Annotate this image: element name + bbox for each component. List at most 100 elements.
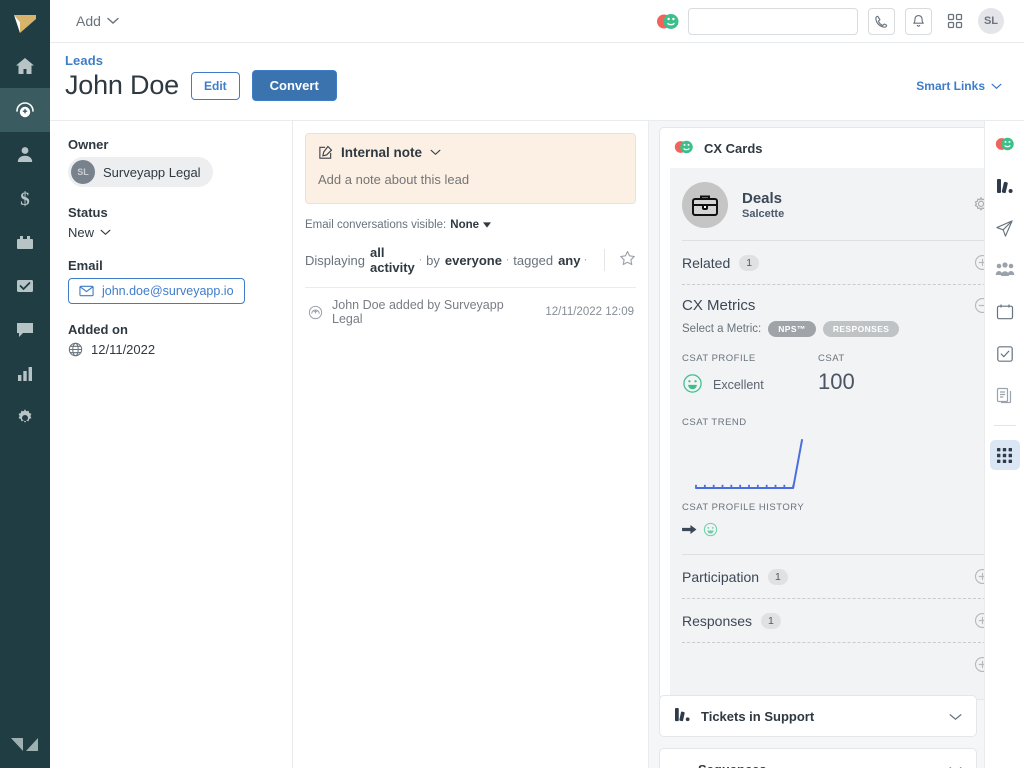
apps-grid-button[interactable] [942, 8, 968, 34]
bell-icon [911, 14, 926, 29]
cx-logo-icon [674, 139, 694, 158]
note-type-label: Internal note [341, 145, 422, 160]
email-value-box[interactable]: john.doe@surveyapp.io [68, 278, 245, 304]
status-field: Status New [68, 205, 274, 240]
cx-cards-panel: CX Cards [659, 127, 1014, 700]
sidebar-item-home[interactable] [0, 44, 50, 88]
user-avatar[interactable]: SL [978, 8, 1004, 34]
cx-row-label: Participation [682, 569, 759, 585]
tickets-in-support-header[interactable]: Tickets in Support [660, 696, 976, 736]
divider [994, 425, 1016, 426]
right-icon-rail [984, 121, 1024, 768]
paper-plane-icon [995, 219, 1014, 238]
top-bar: Add [50, 0, 1024, 43]
sidebar-item-deals[interactable]: $ [0, 176, 50, 220]
rail-item-people[interactable] [990, 255, 1020, 285]
sidebar-item-products[interactable] [0, 220, 50, 264]
sidebar-item-tasks[interactable] [0, 264, 50, 308]
trend-tick [792, 485, 794, 488]
cx-row-related[interactable]: Related 1 [670, 241, 1003, 284]
phone-button[interactable] [868, 8, 895, 35]
cx-row-count: 1 [739, 255, 759, 271]
rail-item-apps[interactable] [990, 440, 1020, 470]
cx-row-label: Related [682, 255, 730, 271]
sidebar-item-reports[interactable] [0, 352, 50, 396]
convert-button[interactable]: Convert [252, 70, 337, 101]
chevron-down-icon[interactable] [949, 762, 962, 768]
owner-value[interactable]: SL Surveyapp Legal [68, 157, 213, 187]
search-input[interactable] [697, 14, 852, 28]
apps-grid-icon [996, 447, 1013, 464]
filter-by-user[interactable]: everyone [445, 253, 502, 268]
email-conversations-value[interactable]: None [450, 219, 479, 231]
caret-down-icon [420, 257, 421, 263]
sell-logo-icon[interactable] [0, 6, 50, 44]
cx-metrics-title: CX Metrics [682, 297, 755, 314]
csat-profile-caption: CSAT PROFILE [682, 353, 818, 364]
smart-links-button[interactable]: Smart Links [916, 79, 1002, 93]
svg-text:$: $ [20, 189, 30, 208]
edit-button[interactable]: Edit [191, 72, 240, 100]
chevron-down-icon [100, 229, 111, 236]
metric-chip-responses[interactable]: RESPONSES [823, 321, 900, 337]
cx-cards-header[interactable]: CX Cards [660, 128, 1013, 168]
trend-line [696, 440, 802, 488]
add-button[interactable]: Add [70, 9, 125, 33]
note-type-selector[interactable]: Internal note [318, 145, 623, 160]
tagged-label: tagged [513, 253, 553, 268]
cx-row-responses[interactable]: Responses 1 [670, 599, 1003, 642]
csat-profile-history-caption: CSAT PROFILE HISTORY [682, 502, 991, 513]
displaying-label: Displaying [305, 253, 365, 268]
rail-item-tickets[interactable] [990, 171, 1020, 201]
note-input[interactable] [318, 172, 623, 187]
sidebar-item-settings[interactable] [0, 396, 50, 440]
note-composer: Internal note [305, 133, 636, 204]
cx-metrics-section: CX Metrics Select a Metric: NPS™ RESPONS… [670, 285, 1003, 554]
csat-score: 100 [818, 369, 855, 395]
rail-item-tasks[interactable] [990, 339, 1020, 369]
filter-activity-type[interactable]: all activity [370, 245, 415, 275]
sidebar-item-contacts[interactable] [0, 132, 50, 176]
favorite-star-icon[interactable] [619, 250, 636, 270]
top-bar-actions: SL [656, 8, 1024, 35]
cx-row-hidden[interactable] [670, 643, 1003, 699]
chevron-down-icon[interactable] [949, 709, 962, 724]
status-value[interactable]: New [68, 225, 274, 240]
csat-score-block: CSAT 100 [818, 353, 855, 397]
cx-row-participation[interactable]: Participation 1 [670, 555, 1003, 598]
metric-chip-nps[interactable]: NPS™ [768, 321, 816, 337]
rail-item-documents[interactable] [990, 381, 1020, 411]
caret-down-icon [507, 257, 508, 263]
caret-down-icon [483, 222, 491, 228]
lead-icon [307, 304, 324, 321]
cx-cards-column: CX Cards [649, 121, 1024, 768]
cx-logo-icon[interactable] [656, 12, 678, 30]
activity-panel: Internal note Email conversations visibl… [293, 121, 649, 768]
trend-tick [722, 485, 724, 488]
tickets-in-support-title: Tickets in Support [701, 709, 939, 724]
briefcase-icon [682, 182, 728, 228]
notifications-button[interactable] [905, 8, 932, 35]
filter-tagged[interactable]: any [558, 253, 580, 268]
zendesk-logo-icon [0, 736, 50, 752]
by-label: by [426, 253, 440, 268]
rail-item-sequences[interactable] [990, 213, 1020, 243]
deal-header: Deals Salcette [670, 168, 1003, 240]
csat-profile-block: CSAT PROFILE [682, 353, 818, 397]
documents-icon [996, 387, 1014, 405]
trend-tick [766, 485, 768, 488]
sequences-header[interactable]: Sequences [660, 749, 976, 768]
list-item[interactable]: John Doe added by Surveyapp Legal 12/11/… [305, 288, 636, 336]
breadcrumb[interactable]: Leads [65, 53, 1004, 68]
chevron-down-icon [991, 83, 1002, 90]
owner-field: Owner SL Surveyapp Legal [68, 137, 274, 187]
trend-tick [748, 485, 750, 488]
select-metric-label: Select a Metric: [682, 323, 761, 335]
sidebar-item-leads[interactable] [0, 88, 50, 132]
search-box[interactable] [688, 8, 858, 35]
rail-item-calendar[interactable] [990, 297, 1020, 327]
rail-item-cx[interactable] [990, 129, 1020, 159]
sidebar-item-communication[interactable] [0, 308, 50, 352]
email-label: Email [68, 258, 274, 273]
status-label: Status [68, 205, 274, 220]
